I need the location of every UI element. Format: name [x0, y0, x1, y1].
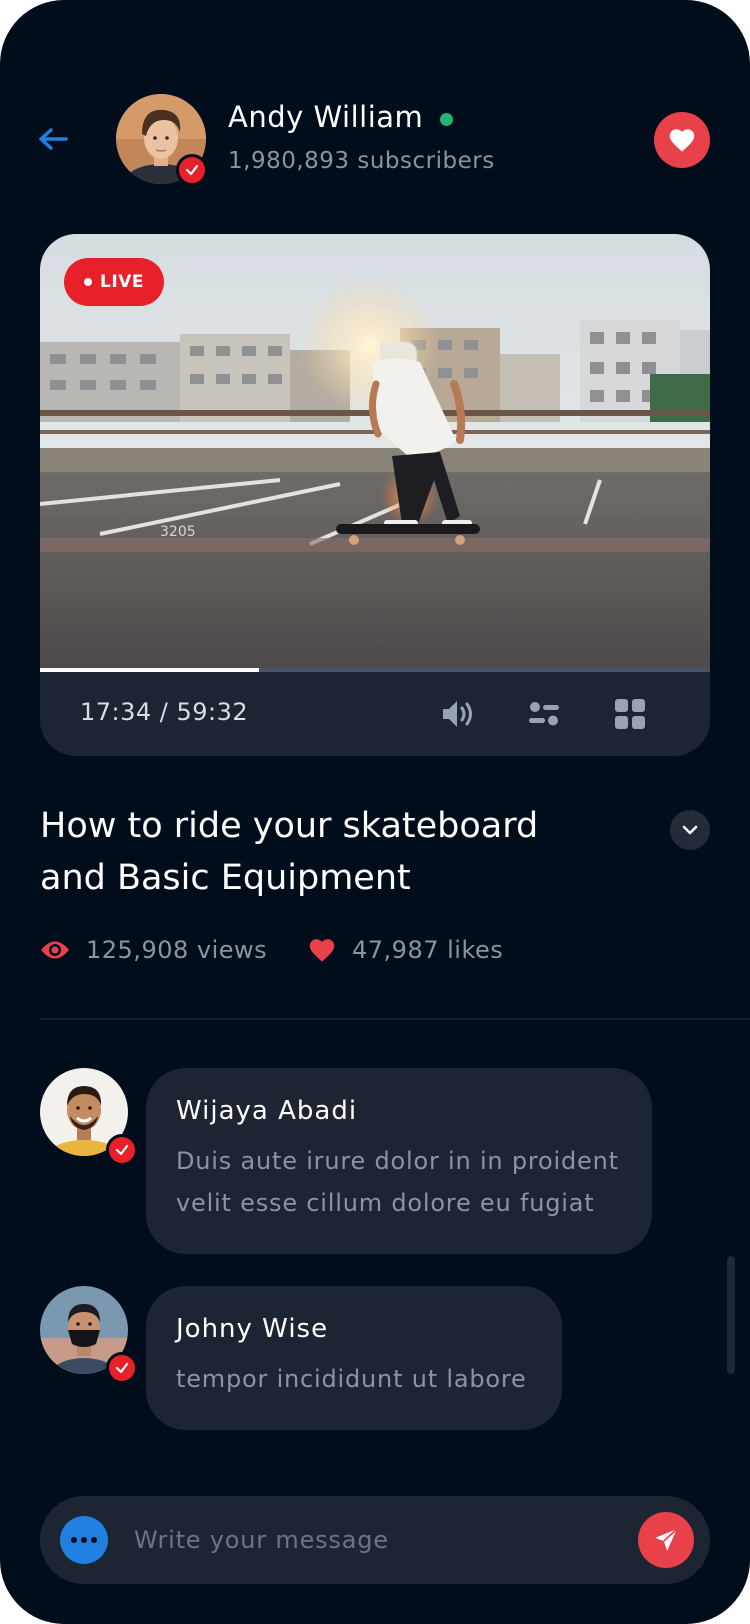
- message-composer: [40, 1496, 710, 1584]
- likes-stat: 47,987 likes: [308, 936, 503, 964]
- comment-text: Duis aute irure dolor in in proident vel…: [176, 1147, 619, 1217]
- grid-view-button[interactable]: [610, 694, 650, 734]
- views-count: 125,908 views: [86, 936, 268, 964]
- progress-fill: [40, 668, 260, 672]
- live-stream-screen: Andy William 1,980,893 subscribers 3205 …: [0, 0, 750, 1624]
- host-name[interactable]: Andy William: [228, 100, 423, 134]
- commenter-name[interactable]: Wijaya Abadi: [176, 1096, 357, 1126]
- live-badge: LIVE: [64, 258, 164, 306]
- scrollbar-thumb[interactable]: [727, 1256, 735, 1374]
- verified-badge: [176, 154, 208, 186]
- settings-button[interactable]: [524, 694, 564, 734]
- video-title: How to ride your skateboard and Basic Eq…: [40, 806, 539, 898]
- grid-icon: [615, 699, 645, 729]
- host-avatar[interactable]: [116, 94, 208, 186]
- back-button[interactable]: [36, 122, 70, 156]
- live-dot-icon: [84, 278, 93, 286]
- eye-icon: [41, 941, 69, 959]
- subscriber-count: 1,980,893 subscribers: [228, 148, 495, 174]
- chevron-down-icon: [682, 825, 698, 835]
- send-icon: [655, 1528, 678, 1551]
- views-stat: 125,908 views: [40, 936, 267, 964]
- verified-badge: [106, 1352, 138, 1384]
- video-player[interactable]: 3205 LIVE 17:34 / 59:32: [40, 234, 710, 756]
- expand-details-button[interactable]: [670, 810, 710, 850]
- verified-icon: [185, 164, 199, 176]
- playback-time: 17:34 / 59:32: [80, 698, 249, 726]
- verified-badge: [106, 1134, 138, 1166]
- volume-icon: [443, 701, 472, 727]
- heart-icon: [309, 939, 335, 962]
- more-options-button[interactable]: [60, 1516, 108, 1564]
- likes-count: 47,987 likes: [352, 936, 504, 964]
- back-arrow-icon: [39, 128, 68, 150]
- favorite-button[interactable]: [654, 112, 710, 168]
- message-input[interactable]: [134, 1518, 584, 1562]
- volume-button[interactable]: [438, 694, 478, 734]
- verified-icon: [115, 1362, 129, 1374]
- comment-text: tempor incididunt ut labore: [176, 1365, 527, 1393]
- send-button[interactable]: [638, 1512, 694, 1568]
- divider: [40, 1018, 750, 1020]
- settings-icon: [529, 702, 559, 726]
- video-frame[interactable]: 3205 LIVE: [40, 234, 710, 668]
- commenter-name[interactable]: Johny Wise: [176, 1314, 328, 1344]
- svg-text:3205: 3205: [160, 524, 196, 540]
- online-status-indicator: [440, 113, 453, 126]
- more-icon: [71, 1537, 97, 1543]
- live-label: LIVE: [100, 272, 144, 292]
- verified-icon: [115, 1144, 129, 1156]
- progress-bar[interactable]: [40, 668, 710, 672]
- heart-icon: [669, 129, 695, 152]
